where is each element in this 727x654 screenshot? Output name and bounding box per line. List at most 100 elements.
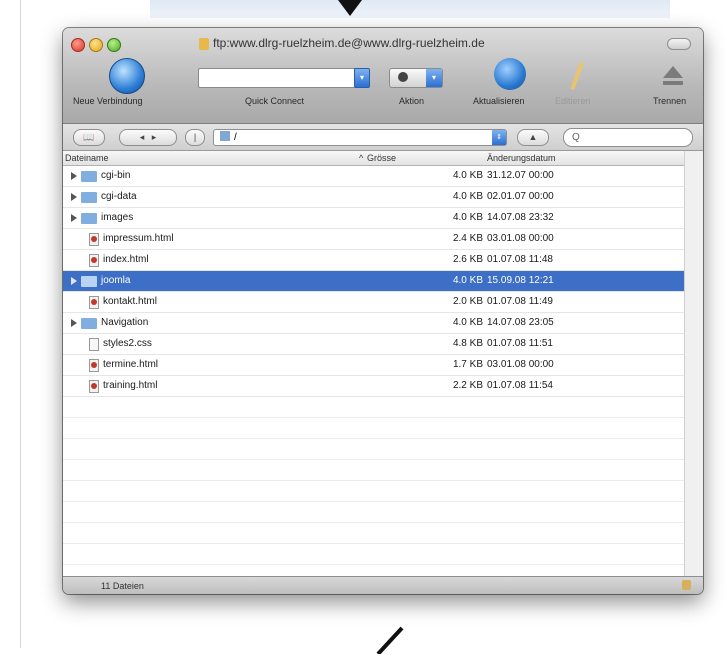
file-size: 4.0 KB bbox=[452, 170, 483, 181]
disconnect-label: Trennen bbox=[653, 96, 687, 106]
column-header: Dateiname ^ Grösse Änderungsdatum bbox=[63, 151, 685, 166]
file-size: 1.7 KB bbox=[452, 359, 483, 370]
file-rows: cgi-bin 4.0 KB 31.12.07 00:00 cgi-data 4.0 K… bbox=[63, 166, 685, 586]
eject-icon[interactable] bbox=[663, 66, 683, 78]
action-label: Aktion bbox=[399, 96, 425, 106]
file-name: kontakt.html bbox=[103, 296, 157, 307]
file-size: 4.0 KB bbox=[452, 212, 483, 223]
arrow-up-icon bbox=[376, 626, 404, 654]
back-forward-buttons[interactable]: ◂ ▸ bbox=[119, 129, 177, 146]
lock-icon bbox=[682, 580, 691, 590]
folder-icon bbox=[81, 213, 97, 224]
file-name: styles2.css bbox=[103, 338, 152, 349]
file-size: 4.0 KB bbox=[452, 275, 483, 286]
file-row[interactable]: styles2.css 4.8 KB 01.07.08 11:51 bbox=[63, 334, 685, 355]
bookmarks-button[interactable]: 📖 bbox=[73, 129, 105, 146]
file-name: index.html bbox=[103, 254, 149, 265]
file-row[interactable]: kontakt.html 2.0 KB 01.07.08 11:49 bbox=[63, 292, 685, 313]
css-file-icon bbox=[89, 338, 99, 351]
file-date: 01.07.08 11:49 bbox=[487, 296, 553, 307]
disclosure-triangle-icon[interactable] bbox=[71, 214, 77, 222]
disclosure-triangle-icon[interactable] bbox=[71, 193, 77, 201]
window-title: ftp:www.dlrg-ruelzheim.de@www.dlrg-ruelz… bbox=[213, 36, 485, 50]
file-count: 11 Dateien bbox=[101, 581, 144, 591]
column-name[interactable]: Dateiname bbox=[65, 153, 109, 163]
folder-icon bbox=[81, 318, 97, 329]
file-name: termine.html bbox=[103, 359, 159, 370]
up-button[interactable]: ▲ bbox=[517, 129, 549, 146]
status-bar: 11 Dateien bbox=[63, 576, 703, 594]
path-bar: 📖 ◂ ▸ | / ⇕ ▲ Q bbox=[63, 124, 703, 151]
search-input[interactable]: Q bbox=[563, 128, 693, 147]
search-icon: Q bbox=[572, 132, 580, 143]
file-name: images bbox=[101, 212, 134, 223]
folder-icon bbox=[81, 276, 97, 287]
file-row[interactable]: images 4.0 KB 14.07.08 23:32 bbox=[63, 208, 685, 229]
file-date: 01.07.08 11:48 bbox=[487, 254, 553, 265]
ftp-window: ftp:www.dlrg-ruelzheim.de@www.dlrg-ruelz… bbox=[63, 28, 703, 594]
quick-connect-dropdown[interactable]: ▾ bbox=[354, 68, 370, 88]
empty-row bbox=[63, 418, 685, 439]
file-row[interactable]: cgi-data 4.0 KB 02.01.07 00:00 bbox=[63, 187, 685, 208]
file-name: Navigation bbox=[101, 317, 149, 328]
zoom-button[interactable] bbox=[107, 38, 121, 52]
page-top-strip bbox=[150, 0, 670, 18]
file-name: impressum.html bbox=[103, 233, 174, 244]
file-list: Dateiname ^ Grösse Änderungsdatum cgi-bi… bbox=[63, 151, 703, 586]
file-size: 2.4 KB bbox=[452, 233, 483, 244]
scrollbar[interactable] bbox=[684, 151, 703, 576]
empty-row bbox=[63, 397, 685, 418]
file-size: 2.6 KB bbox=[452, 254, 483, 265]
file-date: 01.07.08 11:54 bbox=[487, 380, 553, 391]
html-file-icon bbox=[89, 359, 99, 372]
file-row[interactable]: joomla 4.0 KB 15.09.08 12:21 bbox=[63, 271, 685, 292]
file-row[interactable]: training.html 2.2 KB 01.07.08 11:54 bbox=[63, 376, 685, 397]
quick-connect-input[interactable] bbox=[198, 68, 368, 88]
html-file-icon bbox=[89, 380, 99, 393]
file-date: 31.12.07 00:00 bbox=[487, 170, 554, 181]
pencil-icon bbox=[570, 62, 584, 90]
empty-row bbox=[63, 544, 685, 565]
file-row[interactable]: index.html 2.6 KB 01.07.08 11:48 bbox=[63, 250, 685, 271]
html-file-icon bbox=[89, 296, 99, 309]
file-date: 03.01.08 00:00 bbox=[487, 359, 554, 370]
folder-icon bbox=[81, 192, 97, 203]
new-connection-label: Neue Verbindung bbox=[73, 96, 143, 106]
close-button[interactable] bbox=[71, 38, 85, 52]
file-row[interactable]: impressum.html 2.4 KB 03.01.08 00:00 bbox=[63, 229, 685, 250]
toolbar: ftp:www.dlrg-ruelzheim.de@www.dlrg-ruelz… bbox=[63, 28, 703, 124]
path-select[interactable]: / ⇕ bbox=[213, 129, 507, 146]
file-name: training.html bbox=[103, 380, 158, 391]
toolbar-toggle-button[interactable] bbox=[667, 38, 691, 50]
sort-icon: ^ bbox=[359, 153, 364, 163]
empty-row bbox=[63, 502, 685, 523]
eject-bar bbox=[663, 81, 683, 85]
file-size: 2.0 KB bbox=[452, 296, 483, 307]
folder-icon bbox=[81, 171, 97, 182]
file-name: joomla bbox=[101, 275, 131, 286]
chevron-down-icon: ▾ bbox=[426, 69, 442, 87]
column-size[interactable]: Grösse bbox=[367, 153, 396, 163]
file-row[interactable]: Navigation 4.0 KB 14.07.08 23:05 bbox=[63, 313, 685, 334]
empty-row bbox=[63, 481, 685, 502]
file-size: 4.8 KB bbox=[452, 338, 483, 349]
arrow-down-icon bbox=[338, 0, 362, 16]
minimize-button[interactable] bbox=[89, 38, 103, 52]
file-row[interactable]: cgi-bin 4.0 KB 31.12.07 00:00 bbox=[63, 166, 685, 187]
file-date: 14.07.08 23:05 bbox=[487, 317, 554, 328]
empty-row bbox=[63, 460, 685, 481]
disclosure-triangle-icon[interactable] bbox=[71, 172, 77, 180]
column-date[interactable]: Änderungsdatum bbox=[487, 153, 556, 163]
html-file-icon bbox=[89, 254, 99, 267]
refresh-label: Aktualisieren bbox=[473, 96, 525, 106]
html-file-icon bbox=[89, 233, 99, 246]
disclosure-triangle-icon[interactable] bbox=[71, 277, 77, 285]
file-row[interactable]: termine.html 1.7 KB 03.01.08 00:00 bbox=[63, 355, 685, 376]
refresh-button[interactable] bbox=[494, 58, 526, 90]
chevron-updown-icon: ⇕ bbox=[492, 130, 506, 145]
action-button[interactable]: ▾ bbox=[389, 68, 443, 88]
parent-dir-button[interactable]: | bbox=[185, 129, 205, 146]
file-date: 15.09.08 12:21 bbox=[487, 275, 554, 286]
new-connection-button[interactable] bbox=[109, 58, 145, 94]
disclosure-triangle-icon[interactable] bbox=[71, 319, 77, 327]
